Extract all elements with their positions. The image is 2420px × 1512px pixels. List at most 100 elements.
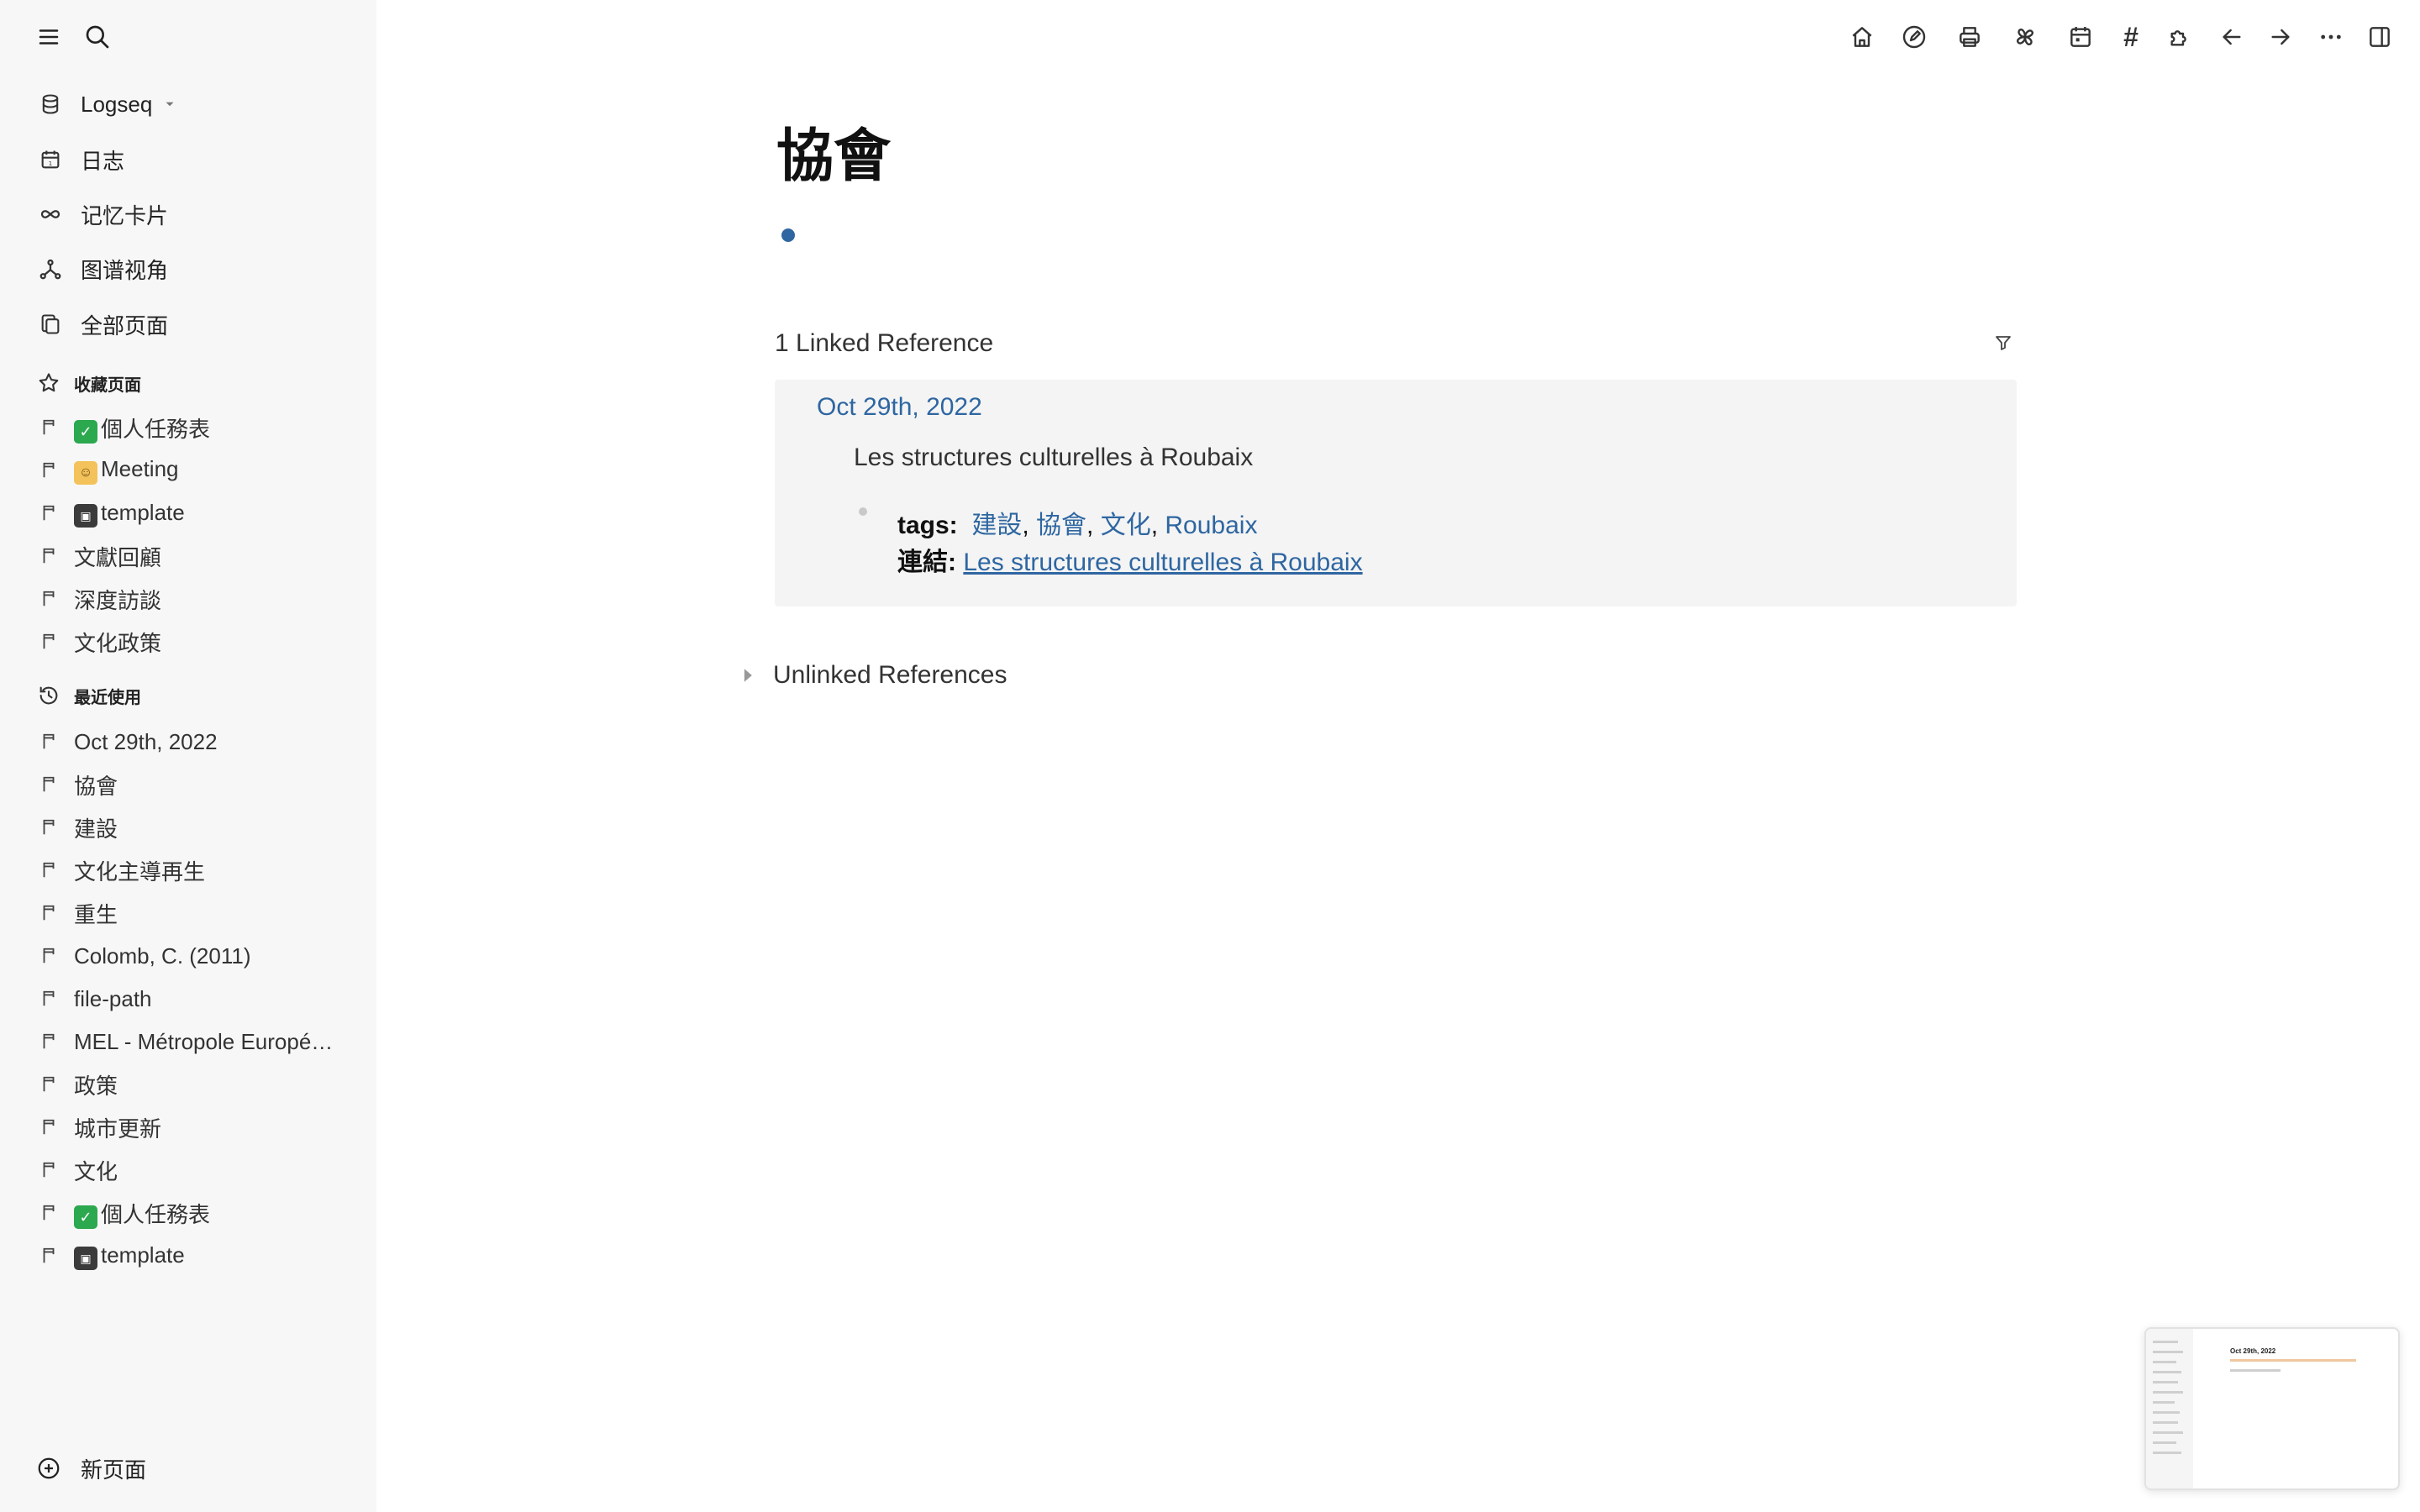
recent-page-item[interactable]: 城市更新 bbox=[34, 1108, 345, 1147]
pages-icon bbox=[34, 307, 67, 341]
tag-link[interactable]: 協會 bbox=[1036, 512, 1086, 539]
tags-property: tags: 建設, 協會, 文化, Roubaix bbox=[897, 512, 1258, 539]
right-sidebar-icon[interactable] bbox=[2361, 18, 2398, 55]
recent-page-item[interactable]: ✓ 個人任務表 bbox=[34, 1194, 345, 1232]
nav-graph-view[interactable]: 图谱视角 bbox=[34, 245, 353, 292]
page-icon bbox=[34, 627, 64, 657]
menu-icon[interactable] bbox=[32, 20, 66, 54]
linked-references-header[interactable]: 1 Linked Reference bbox=[775, 329, 993, 358]
recent-page-item[interactable]: 文化 bbox=[34, 1151, 345, 1189]
recent-page-item[interactable]: Colomb, C. (2011) bbox=[34, 937, 345, 975]
floppy-disk-emoji-icon: ▣ bbox=[74, 1246, 97, 1270]
forward-arrow-icon[interactable] bbox=[2262, 18, 2299, 55]
block-bullet[interactable] bbox=[781, 228, 795, 242]
child-block-bullet[interactable] bbox=[859, 507, 867, 516]
thumbnail-title: Oct 29th, 2022 bbox=[2230, 1347, 2276, 1355]
recent-page-item-label: 重生 bbox=[74, 901, 118, 927]
recent-page-item-label: 建設 bbox=[74, 816, 118, 842]
nav-all-pages-label: 全部页面 bbox=[81, 312, 169, 339]
reference-page-link[interactable]: Oct 29th, 2022 bbox=[817, 393, 982, 422]
recent-page-item-label: Colomb, C. (2011) bbox=[74, 942, 251, 969]
nav-all-pages[interactable]: 全部页面 bbox=[34, 301, 353, 348]
recent-page-item[interactable]: 協會 bbox=[34, 765, 345, 804]
recent-page-item-label: MEL - Métropole Européenne de Lille bbox=[74, 1028, 345, 1054]
tag-link[interactable]: Roubaix bbox=[1165, 512, 1257, 539]
page-icon bbox=[34, 1026, 64, 1057]
checkmark-emoji-icon: ✓ bbox=[74, 1205, 97, 1229]
favorite-page-item-label: 文獻回顧 bbox=[74, 544, 162, 570]
checkmark-emoji-icon: ✓ bbox=[74, 419, 97, 444]
more-icon[interactable] bbox=[2312, 18, 2349, 55]
filter-icon[interactable] bbox=[1990, 329, 2017, 356]
search-icon[interactable] bbox=[81, 20, 114, 54]
page-icon bbox=[34, 1155, 64, 1185]
new-page-button[interactable]: 新页面 bbox=[34, 1445, 146, 1492]
favorite-page-item[interactable]: 深度訪談 bbox=[34, 580, 345, 618]
page-preview-thumbnail[interactable]: Oct 29th, 2022 bbox=[2144, 1327, 2400, 1490]
favorites-header[interactable]: 收藏页面 bbox=[34, 366, 141, 400]
hash-icon[interactable]: # bbox=[2112, 18, 2149, 55]
new-page-label: 新页面 bbox=[81, 1457, 147, 1483]
tag-link[interactable]: 建設 bbox=[971, 512, 1022, 539]
recent-page-item[interactable]: 文化主導再生 bbox=[34, 851, 345, 890]
recent-page-item[interactable]: MEL - Métropole Européenne de Lille bbox=[34, 1022, 345, 1061]
favorite-page-item[interactable]: 文化政策 bbox=[34, 622, 345, 661]
recent-page-item-label: 城市更新 bbox=[74, 1116, 162, 1142]
thumbnail-line bbox=[2153, 1381, 2178, 1383]
recent-page-item-label: 文化 bbox=[74, 1158, 118, 1184]
recent-page-item[interactable]: 政策 bbox=[34, 1065, 345, 1104]
chevron-down-icon bbox=[162, 97, 177, 112]
nav-graph-view-label: 图谱视角 bbox=[81, 257, 169, 283]
page-title[interactable]: 協會 bbox=[776, 109, 891, 192]
favorite-page-item[interactable]: ☺ Meeting bbox=[34, 451, 345, 490]
plus-circle-icon bbox=[34, 1453, 64, 1483]
recent-header[interactable]: 最近使用 bbox=[34, 679, 141, 712]
favorite-page-item[interactable]: ▣ template bbox=[34, 494, 345, 533]
home-icon[interactable] bbox=[1844, 18, 1881, 55]
thumbnail-line bbox=[2230, 1369, 2281, 1372]
thumbnail-line bbox=[2153, 1361, 2176, 1363]
page-icon bbox=[34, 1112, 64, 1142]
thumbnail-line bbox=[2153, 1452, 2181, 1454]
nav-flashcards[interactable]: 记忆卡片 bbox=[34, 191, 353, 238]
left-sidebar: Logseq 1 日志 记忆卡片 图谱视角 全部页面 收藏页面 ✓ 個人任務表 … bbox=[0, 0, 376, 1512]
page-icon bbox=[34, 984, 64, 1014]
favorite-page-item-label: 深度訪談 bbox=[74, 587, 162, 613]
database-icon bbox=[34, 87, 67, 121]
page-icon bbox=[34, 1069, 64, 1100]
printer-icon[interactable] bbox=[1951, 18, 1988, 55]
thumbnail-line bbox=[2153, 1421, 2178, 1424]
calendar-icon[interactable] bbox=[2062, 18, 2099, 55]
page-icon bbox=[34, 1241, 64, 1271]
graph-name: Logseq bbox=[81, 91, 153, 117]
page-icon bbox=[34, 727, 64, 757]
thumbnail-line bbox=[2153, 1401, 2175, 1404]
thumbnail-line bbox=[2153, 1411, 2180, 1414]
external-link[interactable]: Les structures culturelles à Roubaix bbox=[963, 549, 1362, 576]
reference-block-text[interactable]: Les structures culturelles à Roubaix bbox=[854, 444, 1253, 472]
back-arrow-icon[interactable] bbox=[2213, 18, 2250, 55]
thumbnail-line bbox=[2153, 1341, 2178, 1343]
page-icon bbox=[34, 584, 64, 614]
recent-page-item[interactable]: 建設 bbox=[34, 808, 345, 847]
calendar-icon: 1 bbox=[34, 143, 67, 176]
recent-page-item[interactable]: Oct 29th, 2022 bbox=[34, 722, 345, 761]
favorite-page-item-label: 文化政策 bbox=[74, 630, 162, 656]
page-icon bbox=[34, 855, 64, 885]
nav-journals[interactable]: 1 日志 bbox=[34, 136, 353, 183]
pinwheel-icon[interactable] bbox=[2007, 18, 2044, 55]
tag-link[interactable]: 文化 bbox=[1101, 512, 1151, 539]
plugin-icon[interactable] bbox=[2161, 18, 2198, 55]
favorite-page-item[interactable]: ✓ 個人任務表 bbox=[34, 408, 345, 447]
linked-reference-card: Oct 29th, 2022 Les structures culturelle… bbox=[775, 380, 2017, 606]
unlinked-references-toggle[interactable]: Unlinked References bbox=[739, 659, 1007, 692]
page-icon bbox=[34, 541, 64, 571]
graph-selector[interactable]: Logseq bbox=[34, 81, 353, 128]
graph-icon bbox=[34, 252, 67, 286]
recent-page-item[interactable]: file-path bbox=[34, 979, 345, 1018]
recent-page-item-label: Oct 29th, 2022 bbox=[74, 728, 218, 754]
favorite-page-item[interactable]: 文獻回顧 bbox=[34, 537, 345, 575]
recent-page-item[interactable]: 重生 bbox=[34, 894, 345, 932]
pencil-icon[interactable] bbox=[1896, 18, 1933, 55]
recent-page-item[interactable]: ▣ template bbox=[34, 1236, 345, 1275]
